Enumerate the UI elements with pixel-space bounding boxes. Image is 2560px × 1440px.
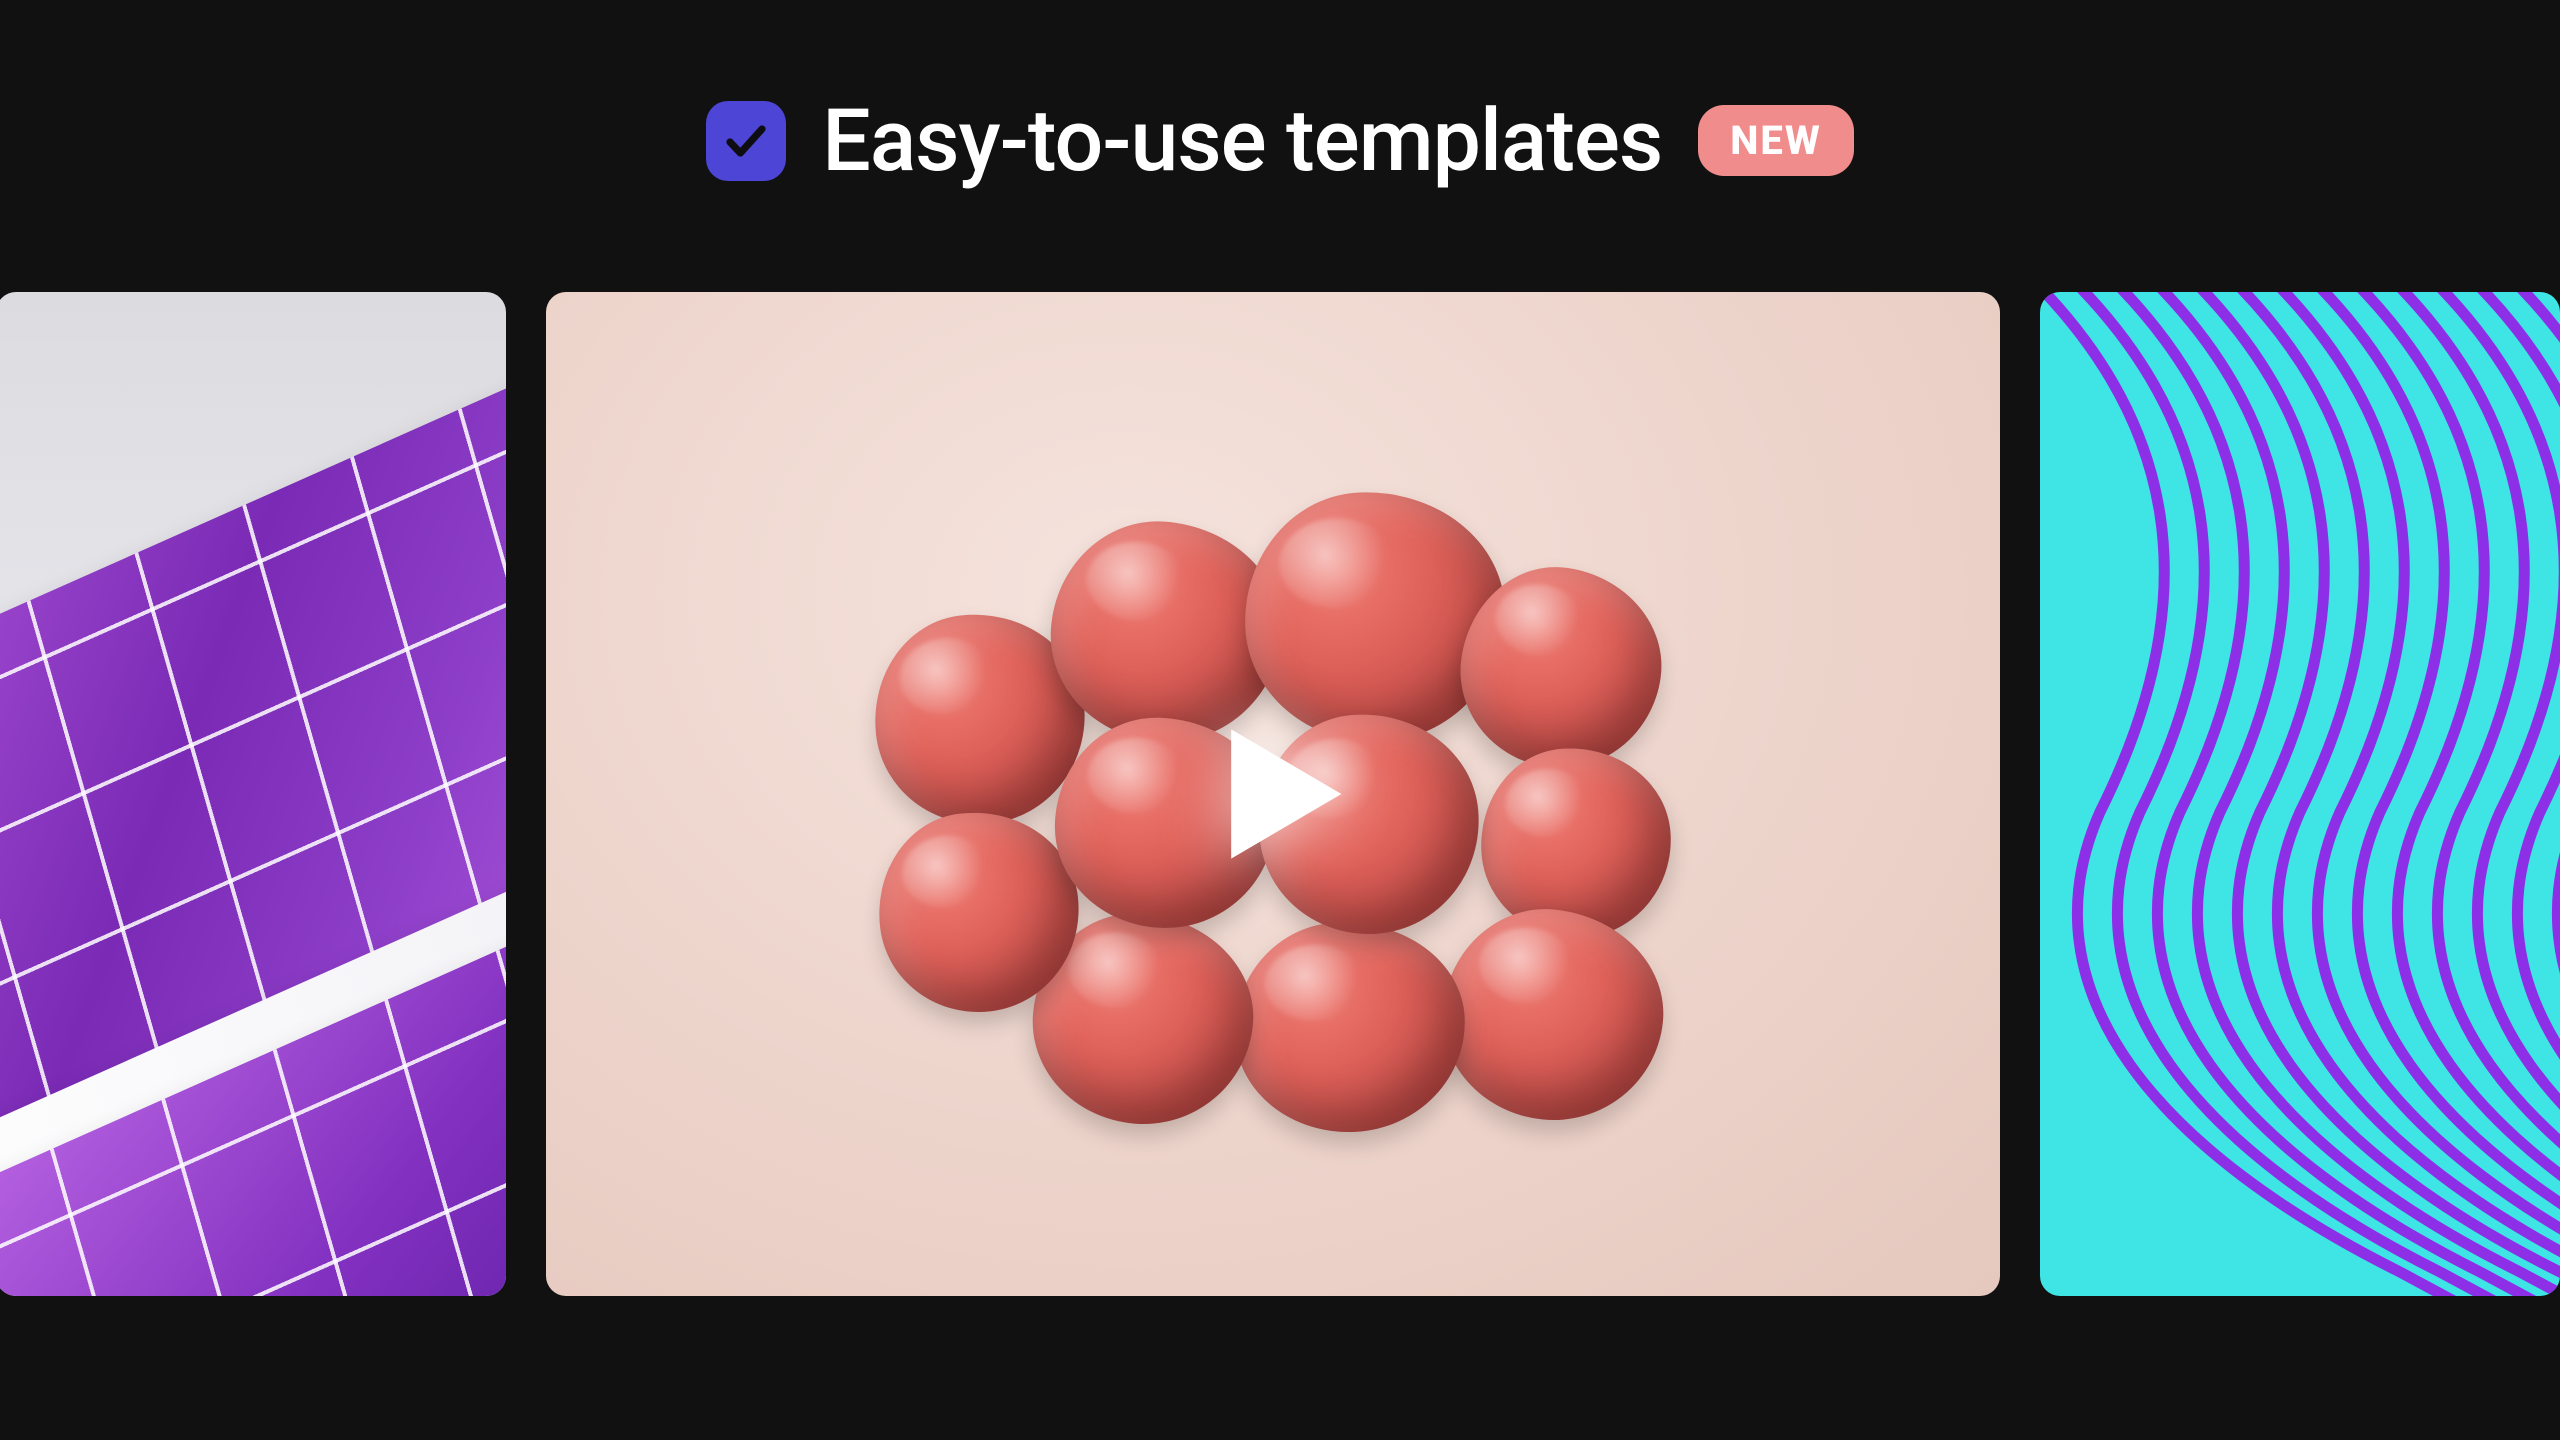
thumbnail-art [2040,292,2560,1296]
play-icon [1178,699,1368,889]
play-button[interactable] [1163,684,1383,904]
header: Easy-to-use templates NEW [0,90,2560,191]
checkmark-icon [706,101,786,181]
page-title: Easy-to-use templates [822,90,1662,191]
new-badge: NEW [1698,105,1854,176]
template-card-blob-play[interactable] [546,292,2000,1296]
template-carousel[interactable] [0,292,2560,1296]
template-card-cyan-waves[interactable] [2040,292,2560,1296]
thumbnail-art [0,292,506,1296]
template-card-purple-tiles[interactable] [0,292,506,1296]
thumbnail-art [546,292,2000,1296]
stage: Easy-to-use templates NEW [0,0,2560,1440]
